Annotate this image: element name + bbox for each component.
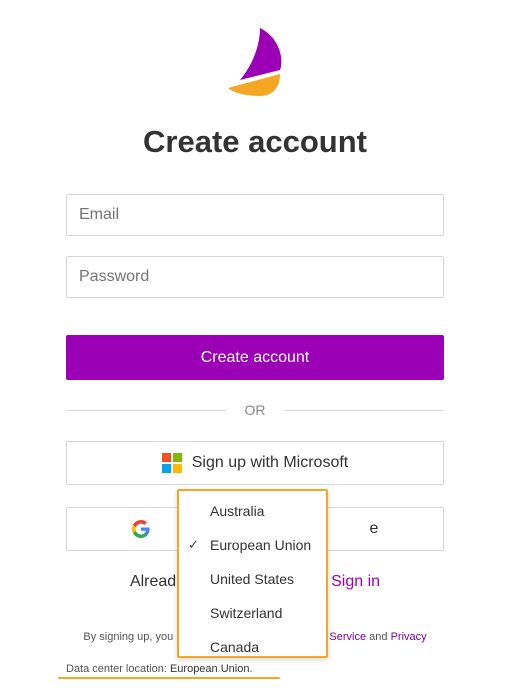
highlight-underline [58,677,280,679]
option-label: United States [210,571,295,587]
option-label: Switzerland [210,605,283,621]
dropdown-option-united-states[interactable]: United States [179,562,326,596]
microsoft-signup-button[interactable]: Sign up with Microsoft [66,441,444,485]
or-divider: OR [66,401,444,419]
data-center-location: Data center location: European Union. [66,663,253,675]
terms-prefix: By signing up, you [83,631,174,643]
dropdown-option-switzerland[interactable]: Switzerland [179,596,326,630]
dropdown-option-european-union[interactable]: ✓ European Union [179,528,326,562]
data-center-value[interactable]: European Union [170,663,250,675]
checkmark-icon: ✓ [188,537,199,552]
option-label: Australia [210,503,265,519]
signin-link[interactable]: Sign in [331,573,380,590]
divider-line-right [284,410,444,411]
privacy-link[interactable]: Privacy [391,631,427,643]
terms-and: and [369,631,388,643]
signin-prefix: Alread [129,573,177,590]
google-signup-label: e [369,520,379,537]
data-center-label: Data center location: [66,663,167,675]
dropdown-option-canada[interactable]: Canada [179,630,326,664]
microsoft-icon [161,453,182,473]
email-field[interactable] [66,194,444,236]
option-label: Canada [210,639,260,655]
password-field[interactable] [66,256,444,298]
create-account-button[interactable]: Create account [66,335,444,380]
data-center-dropdown[interactable]: Australia ✓ European Union United States… [177,489,328,658]
page-title: Create account [143,124,367,159]
microsoft-signup-label: Sign up with Microsoft [191,454,349,471]
dropdown-option-australia[interactable]: Australia [179,494,326,528]
google-icon [131,520,150,538]
data-center-suffix: . [249,663,253,675]
option-label: European Union [210,537,312,553]
logo-icon [228,28,282,96]
terms-of-service-link[interactable]: Service [329,631,366,643]
